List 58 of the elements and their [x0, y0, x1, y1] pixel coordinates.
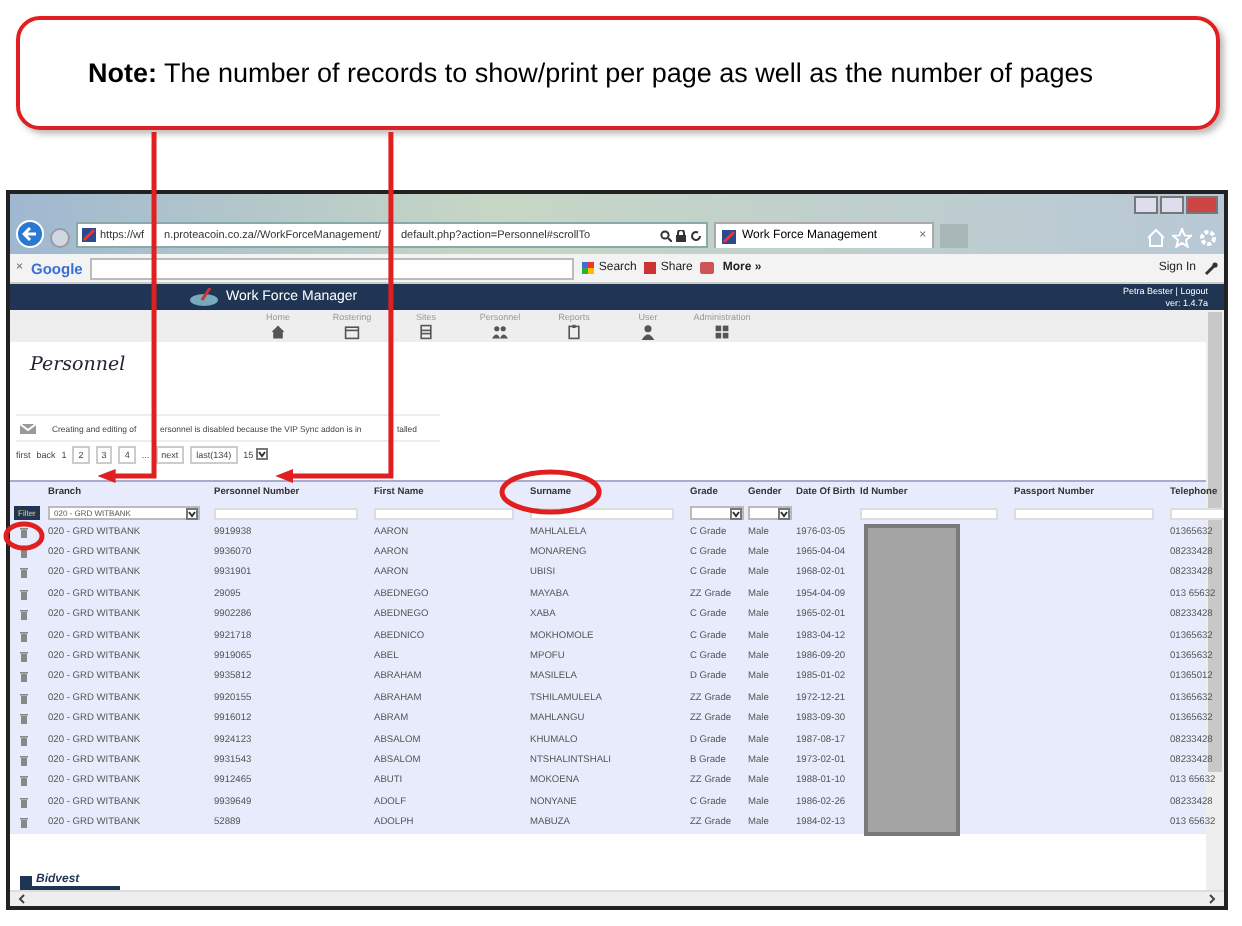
filter-select[interactable]: [690, 506, 744, 520]
minimize-button[interactable]: [1134, 196, 1158, 214]
search-icon[interactable]: [660, 229, 672, 241]
chevron-right-icon[interactable]: [1208, 894, 1216, 904]
favicon-icon: [722, 229, 736, 243]
caret-icon: [729, 507, 742, 519]
trash-icon[interactable]: [20, 693, 28, 704]
forward-button[interactable]: [50, 228, 70, 248]
person-icon: [640, 324, 656, 340]
squares-icon: [582, 262, 595, 274]
home-icon[interactable]: [1146, 228, 1166, 248]
back-arrow-icon: [22, 226, 38, 242]
trash-icon[interactable]: [20, 672, 28, 683]
home-icon: [270, 324, 286, 340]
filter-field[interactable]: [1014, 507, 1155, 519]
highlight-circle: [3, 521, 45, 551]
trash-icon[interactable]: [20, 568, 28, 579]
caret-icon: [186, 507, 199, 519]
wrench-icon[interactable]: [1204, 261, 1218, 275]
filter-field[interactable]: [214, 507, 358, 519]
grid-icon: [714, 324, 730, 340]
filter-field[interactable]: [860, 507, 999, 519]
filter-select[interactable]: [748, 506, 793, 520]
trash-icon[interactable]: [20, 797, 28, 808]
trash-icon[interactable]: [20, 610, 28, 621]
note-text: Note: The number of records to show/print per page as well as the number of pages: [88, 58, 1094, 88]
settings-icon[interactable]: [1198, 228, 1218, 248]
chevron-left-icon[interactable]: [18, 894, 26, 904]
people-icon: [492, 324, 508, 340]
star-icon[interactable]: [1172, 228, 1192, 248]
refresh-icon[interactable]: [690, 229, 702, 241]
highlight-circle: [499, 469, 602, 515]
trash-icon[interactable]: [20, 776, 28, 787]
trash-icon[interactable]: [20, 631, 28, 642]
filter-field[interactable]: [374, 507, 515, 519]
trash-icon[interactable]: [20, 527, 28, 538]
caret-icon: [778, 507, 791, 519]
app-logo-icon: [190, 288, 218, 306]
back-button[interactable]: [16, 220, 44, 248]
trash-icon[interactable]: [20, 818, 28, 829]
trash-icon[interactable]: [20, 755, 28, 766]
trash-icon[interactable]: [20, 589, 28, 600]
building-icon: [418, 324, 434, 340]
message-icon: [20, 423, 36, 433]
calendar-icon: [344, 324, 360, 340]
favicon-icon: [82, 228, 96, 242]
clipboard-icon: [566, 324, 582, 340]
maximize-button[interactable]: [1160, 196, 1184, 214]
trash-icon[interactable]: [20, 735, 28, 746]
trash-icon[interactable]: [20, 652, 28, 663]
filter-field[interactable]: [1170, 507, 1224, 519]
trash-icon[interactable]: [20, 714, 28, 725]
search-field[interactable]: [90, 257, 575, 279]
caret-icon: [255, 448, 268, 460]
horizontal-scrollbar[interactable]: [10, 890, 1224, 906]
page-title: Personnel: [30, 354, 128, 380]
trash-icon[interactable]: [20, 548, 28, 559]
lock-icon: [676, 229, 686, 241]
